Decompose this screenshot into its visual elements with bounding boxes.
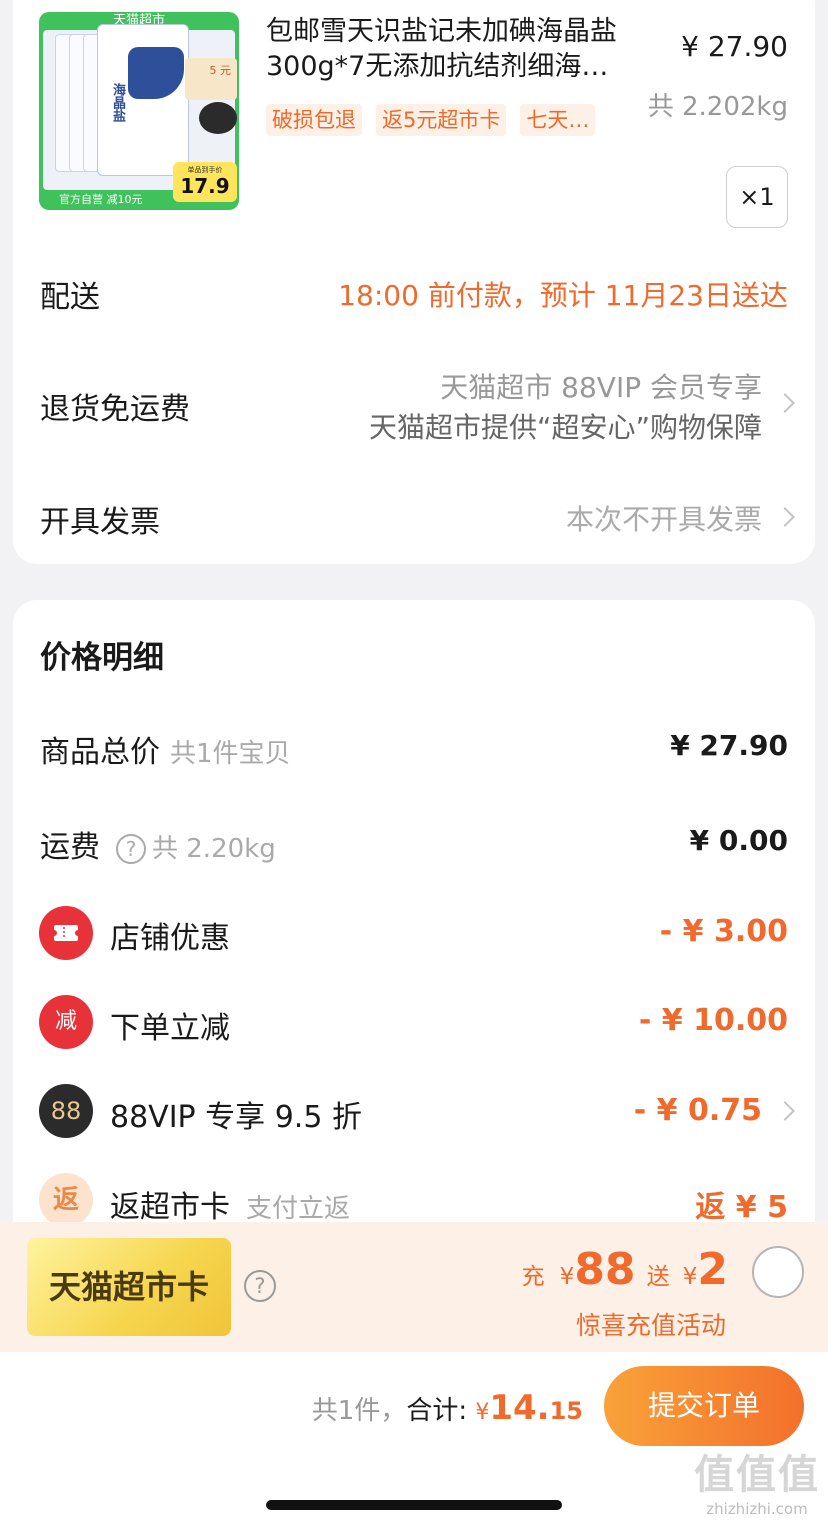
item-count: 共1件， <box>311 1396 407 1426</box>
discount-value: - ¥ 3.00 <box>659 914 788 949</box>
watermark-title: 值值值 <box>694 1452 820 1498</box>
help-icon[interactable]: ? <box>244 1270 276 1302</box>
goods-total-label: 商品总价 <box>40 735 160 770</box>
delivery-value: 18:00 前付款，预计 11月23日送达 <box>338 279 788 312</box>
shipping-weight: 共 2.20kg <box>152 834 276 864</box>
discount-row: 返超市卡 支付立返 <box>110 1182 350 1226</box>
shipping-value: ¥ 0.00 <box>689 824 788 857</box>
discount-label: 下单立减 <box>110 1011 230 1046</box>
product-title[interactable]: 包邮雪天识盐记未加碘海晶盐300g*7无添加抗结剂细海… <box>266 14 668 84</box>
discount-value: - ¥ 10.00 <box>638 1003 788 1038</box>
salt-bag-front: 海晶盐 <box>97 24 189 176</box>
recharge-label: 充 <box>521 1264 545 1290</box>
total-label: 合计: <box>406 1396 468 1426</box>
vip88-icon: 88 <box>39 1084 93 1138</box>
goods-total-row: 商品总价 共1件宝贝 <box>40 727 291 771</box>
bag-cloud-art <box>128 47 184 99</box>
gift-label: 送 <box>646 1264 670 1290</box>
checkout-bar: 共1件，合计: ¥14.15 提交订单 值值值 zhizhizhi.com <box>0 1352 828 1528</box>
coupon-5-label: 5 元 <box>185 58 237 100</box>
product-image[interactable]: 天猫超市 海晶盐 5 元 单品到手价 17.9 官方自营 减10元 <box>39 12 239 210</box>
help-icon[interactable]: ? <box>116 833 146 864</box>
tag-seven-days: 七天… <box>520 104 596 136</box>
currency-symbol: ¥ <box>682 1264 698 1290</box>
currency-symbol: ¥ <box>559 1264 575 1290</box>
supermarket-card-image: 天猫超市卡 <box>27 1238 231 1336</box>
recharge-promo-bar: 天猫超市卡 ? 充 ¥88 送 ¥2 惊喜充值活动 <box>0 1222 828 1352</box>
discount-sub: 支付立返 <box>246 1194 351 1224</box>
invoice-value: 本次不开具发票 <box>565 503 762 536</box>
fan-icon: 返 <box>39 1173 93 1227</box>
quantity-button[interactable]: ×1 <box>726 166 788 228</box>
site-watermark: 值值值 zhizhizhi.com <box>694 1442 820 1518</box>
discount-value: - ¥ 0.75 <box>633 1093 762 1128</box>
return-shipping-line2: 天猫超市提供“超安心”购物保障 <box>368 411 762 444</box>
watermark-url: zhizhizhi.com <box>706 1500 808 1518</box>
discount-label: 店铺优惠 <box>110 921 230 956</box>
product-price: ¥ 27.90 <box>681 30 788 63</box>
tag-supermarket-card: 返5元超市卡 <box>376 104 507 136</box>
product-weight: 共 2.202kg <box>647 92 788 122</box>
invoice-label: 开具发票 <box>40 505 160 540</box>
tag-damage-refund: 破损包退 <box>266 104 362 136</box>
total-integer: 14. <box>489 1388 550 1428</box>
recharge-offer: 充 ¥88 送 ¥2 <box>522 1244 728 1295</box>
jian-icon: 减 <box>39 995 93 1049</box>
bag-salt-text: 海晶盐 <box>110 83 125 122</box>
recharge-amount: 88 <box>574 1244 636 1295</box>
product-tags: 破损包退 返5元超市卡 七天… <box>266 104 596 136</box>
discount-label: 返超市卡 <box>110 1190 230 1225</box>
recharge-subtitle: 惊喜充值活动 <box>575 1311 726 1340</box>
ticket-svg <box>51 925 81 941</box>
goods-total-sub: 共1件宝贝 <box>170 739 291 769</box>
total-decimal: 15 <box>549 1397 583 1425</box>
discount-label: 88VIP 专享 9.5 折 <box>110 1100 362 1135</box>
goods-total-value: ¥ 27.90 <box>670 729 788 762</box>
submit-order-button[interactable]: 提交订单 <box>604 1366 804 1446</box>
shipping-row: 运费? 共 2.20kg <box>40 822 276 866</box>
image-bottom-text: 官方自营 减10元 <box>59 193 143 206</box>
price-detail-title: 价格明细 <box>40 640 164 676</box>
gift-amount: 2 <box>697 1244 728 1295</box>
return-shipping-line1: 天猫超市 88VIP 会员专享 <box>440 371 762 404</box>
discount-value: 返 ¥ 5 <box>695 1190 788 1225</box>
delivery-label: 配送 <box>40 280 100 315</box>
ticket-icon <box>39 906 93 960</box>
tmall-cat-logo <box>199 102 237 134</box>
recharge-radio[interactable] <box>752 1246 804 1298</box>
currency-symbol: ¥ <box>475 1400 490 1425</box>
shipping-label: 运费 <box>40 830 100 865</box>
home-indicator[interactable] <box>266 1500 562 1510</box>
return-shipping-label: 退货免运费 <box>40 392 190 427</box>
order-summary: 共1件，合计: ¥14.15 <box>312 1388 583 1428</box>
